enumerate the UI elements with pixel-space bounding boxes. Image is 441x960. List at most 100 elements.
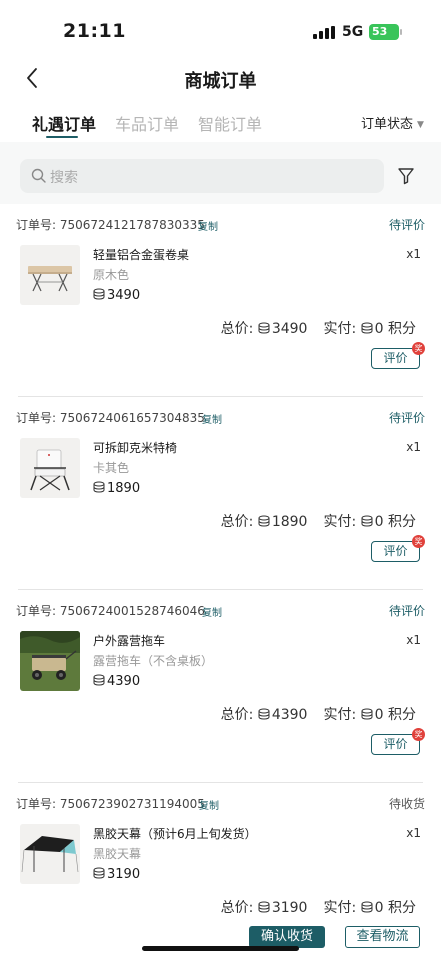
- home-indicator[interactable]: [142, 946, 299, 951]
- order-number: 订单号: 7506724121787830335: [16, 216, 205, 233]
- order-card[interactable]: 订单号: 7506724061657304835 复制 待评价 可拆卸克米特椅 …: [0, 397, 441, 590]
- reward-badge: 奖: [412, 535, 425, 548]
- copy-order-number-link[interactable]: 复制: [199, 797, 219, 812]
- quantity: x1: [406, 633, 421, 647]
- product-price: 1890: [93, 481, 140, 496]
- coin-icon: [361, 708, 373, 720]
- search-area: 搜索: [0, 142, 441, 204]
- review-button[interactable]: 评价 奖: [371, 728, 425, 755]
- total-label: 总价:: [220, 321, 254, 337]
- coin-icon: [93, 867, 105, 879]
- order-status: 待评价: [388, 218, 425, 232]
- order-number: 订单号: 7506723902731194005: [16, 795, 205, 812]
- coin-icon: [361, 901, 373, 913]
- copy-order-number-link[interactable]: 复制: [202, 411, 222, 426]
- quantity: x1: [406, 826, 421, 840]
- order-number-value: 7506724121787830335: [59, 218, 205, 232]
- quantity: x1: [406, 440, 421, 454]
- signal-icon: [313, 26, 335, 39]
- order-card[interactable]: 订单号: 7506724001528746046 复制 待评价 户外露营拖车 露…: [0, 590, 441, 783]
- search-icon: [31, 168, 46, 183]
- order-number: 订单号: 7506724001528746046: [16, 602, 205, 619]
- product-price: 3490: [93, 288, 140, 303]
- order-status-label: 订单状态: [361, 117, 414, 132]
- tab-gift-orders[interactable]: 礼遇订单: [32, 111, 96, 135]
- order-type-tabs: 礼遇订单 车品订单 智能订单 订单状态 ▼: [0, 108, 441, 140]
- tab-smart-orders[interactable]: 智能订单: [198, 111, 262, 135]
- product-image-chair[interactable]: [20, 438, 80, 498]
- product-image-canopy[interactable]: [20, 824, 80, 884]
- coin-icon: [93, 674, 105, 686]
- status-time: 21:11: [63, 20, 126, 42]
- total-label: 总价:: [220, 900, 254, 916]
- caret-down-icon: ▼: [417, 120, 424, 130]
- review-button[interactable]: 评价 奖: [371, 535, 425, 562]
- status-bar: 21:11 5G 53: [0, 0, 441, 62]
- order-totals: 总价: 4390 实付: 0 积分: [221, 704, 416, 724]
- total-label: 总价:: [220, 514, 254, 530]
- review-button-label: 评价: [383, 544, 408, 558]
- search-input[interactable]: 搜索: [20, 159, 384, 193]
- view-logistics-button[interactable]: 查看物流: [345, 926, 420, 948]
- quantity: x1: [406, 247, 421, 261]
- active-tab-indicator: [46, 136, 78, 138]
- product-name: 黑胶天幕（预计6月上旬发货）: [93, 827, 257, 841]
- total-value: 4390: [271, 707, 308, 723]
- product-variant: 卡其色: [93, 461, 130, 475]
- product-image-wagon[interactable]: [20, 631, 80, 691]
- order-number-prefix: 订单号:: [16, 797, 60, 811]
- order-totals: 总价: 3190 实付: 0 积分: [221, 897, 416, 917]
- coin-icon: [93, 481, 105, 493]
- product-price: 3190: [93, 867, 140, 882]
- paid-label: 实付:: [323, 900, 357, 916]
- total-value: 3490: [271, 321, 308, 337]
- battery-level: 53: [372, 25, 388, 38]
- paid-value: 0: [374, 900, 384, 916]
- paid-label: 实付:: [323, 707, 357, 723]
- price-value: 3190: [107, 867, 141, 882]
- order-number-prefix: 订单号:: [16, 604, 60, 618]
- order-status-dropdown[interactable]: 订单状态 ▼: [361, 113, 424, 132]
- product-variant: 黑胶天幕: [93, 847, 142, 861]
- order-card[interactable]: 订单号: 7506724121787830335 复制 待评价 轻量铝合金蛋卷桌…: [0, 204, 441, 397]
- tab-car-accessory-orders[interactable]: 车品订单: [115, 111, 179, 135]
- product-price: 4390: [93, 674, 140, 689]
- filter-icon[interactable]: [396, 166, 416, 186]
- confirm-receipt-button[interactable]: 确认收货: [249, 926, 325, 948]
- price-value: 4390: [107, 674, 141, 689]
- coin-icon: [258, 322, 270, 334]
- coin-icon: [361, 322, 373, 334]
- order-totals: 总价: 3490 实付: 0 积分: [221, 318, 416, 338]
- order-totals: 总价: 1890 实付: 0 积分: [221, 511, 416, 531]
- points-label: 积分: [388, 900, 416, 916]
- order-number: 订单号: 7506724061657304835: [16, 409, 205, 426]
- product-name: 轻量铝合金蛋卷桌: [93, 248, 190, 262]
- coin-icon: [93, 288, 105, 300]
- product-variant: 原木色: [93, 268, 130, 282]
- product-name: 户外露营拖车: [93, 634, 166, 648]
- total-label: 总价:: [220, 707, 254, 723]
- points-label: 积分: [388, 707, 416, 723]
- points-label: 积分: [388, 514, 416, 530]
- order-list: 订单号: 7506724121787830335 复制 待评价 轻量铝合金蛋卷桌…: [0, 204, 441, 960]
- paid-value: 0: [374, 707, 384, 723]
- review-button[interactable]: 评价 奖: [371, 342, 425, 369]
- review-button-label: 评价: [383, 737, 408, 751]
- nav-bar: 商城订单: [0, 62, 441, 96]
- total-value: 1890: [271, 514, 308, 530]
- copy-order-number-link[interactable]: 复制: [202, 604, 222, 619]
- page-title: 商城订单: [184, 71, 257, 92]
- paid-value: 0: [374, 514, 384, 530]
- review-button-label: 评价: [383, 351, 408, 365]
- product-image-table[interactable]: [20, 245, 80, 305]
- copy-order-number-link[interactable]: 复制: [198, 218, 218, 233]
- coin-icon: [258, 708, 270, 720]
- product-variant: 露营拖车（不含桌板）: [93, 654, 214, 668]
- order-status: 待评价: [388, 604, 425, 618]
- price-value: 1890: [107, 481, 141, 496]
- battery-icon: 53: [369, 24, 402, 40]
- order-number-value: 7506724001528746046: [59, 604, 205, 618]
- paid-label: 实付:: [323, 514, 357, 530]
- search-placeholder: 搜索: [50, 170, 78, 186]
- order-number-value: 7506723902731194005: [59, 797, 205, 811]
